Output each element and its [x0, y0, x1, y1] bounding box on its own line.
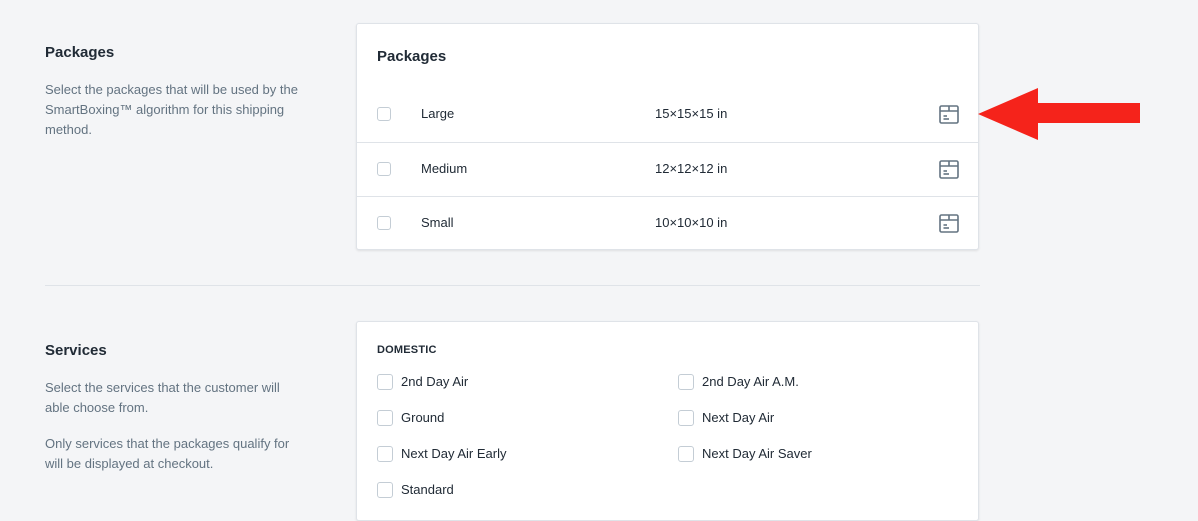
service-checkbox[interactable] [678, 410, 694, 426]
service-checkbox[interactable] [678, 446, 694, 462]
package-box-icon[interactable] [938, 158, 960, 180]
package-dimensions: 12×12×12 in [655, 161, 728, 176]
package-checkbox-small[interactable] [377, 216, 391, 230]
package-dimensions: 10×10×10 in [655, 215, 728, 230]
package-row-medium[interactable]: Medium 12×12×12 in [357, 142, 978, 197]
services-section-title: Services [45, 342, 107, 359]
packages-card-title: Packages [377, 48, 447, 65]
packages-card: Packages Large 15×15×15 in Medium 12×12×… [356, 23, 979, 250]
package-row-large[interactable]: Large 15×15×15 in [357, 88, 978, 142]
services-group-label: DOMESTIC [377, 344, 437, 356]
package-checkbox-large[interactable] [377, 107, 391, 121]
service-checkbox[interactable] [377, 446, 393, 462]
service-label: Next Day Air [702, 410, 775, 425]
service-label: Next Day Air Saver [702, 446, 812, 461]
package-name: Medium [421, 161, 468, 176]
package-name: Small [421, 215, 454, 230]
service-checkbox[interactable] [377, 482, 393, 498]
service-label: 2nd Day Air [401, 374, 469, 389]
section-divider [45, 285, 980, 286]
annotation-arrow-icon [978, 88, 1140, 140]
services-section-description: Select the services that the customer wi… [45, 380, 280, 415]
service-checkbox[interactable] [377, 410, 393, 426]
services-card: DOMESTIC 2nd Day Air 2nd Day Air A.M. Gr… [356, 321, 979, 521]
service-label: Ground [401, 410, 445, 425]
package-dimensions: 15×15×15 in [655, 106, 728, 121]
packages-section-description: Select the packages that will be used by… [45, 82, 298, 137]
package-name: Large [421, 106, 455, 121]
package-checkbox-medium[interactable] [377, 162, 391, 176]
packages-section-title: Packages [45, 44, 115, 61]
service-label: Standard [401, 482, 454, 497]
service-label: 2nd Day Air A.M. [702, 374, 799, 389]
package-row-small[interactable]: Small 10×10×10 in [357, 196, 978, 251]
package-box-icon[interactable] [938, 103, 960, 125]
service-checkbox[interactable] [678, 374, 694, 390]
services-section-note: Only services that the packages qualify … [45, 436, 290, 471]
service-label: Next Day Air Early [401, 446, 507, 461]
package-box-icon[interactable] [938, 212, 960, 234]
service-checkbox[interactable] [377, 374, 393, 390]
